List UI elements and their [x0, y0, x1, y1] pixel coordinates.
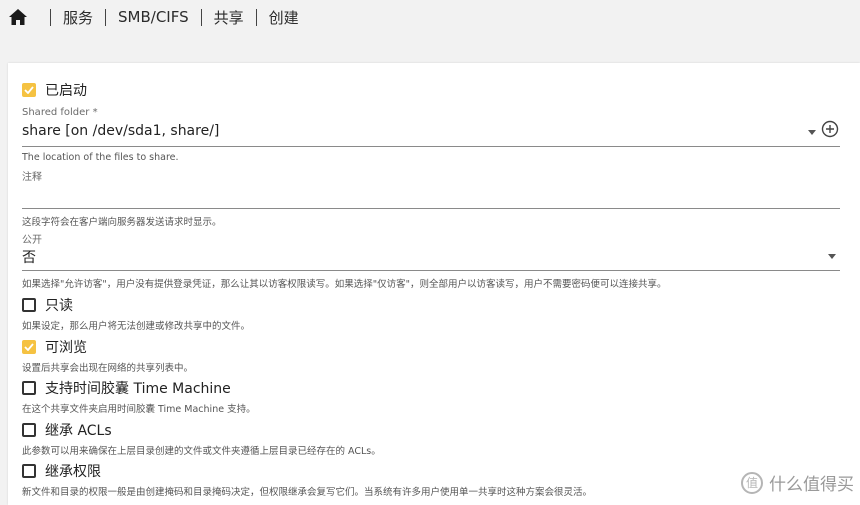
breadcrumb-shares[interactable]: 共享	[214, 7, 244, 28]
public-label: 公开	[22, 235, 42, 246]
public-underline	[22, 270, 840, 271]
inherit-acls-label: 继承 ACLs	[45, 423, 112, 439]
shared-folder-hint: The location of the files to share.	[22, 152, 179, 163]
chevron-down-icon[interactable]	[828, 254, 836, 259]
enabled-label: 已启动	[45, 83, 87, 99]
breadcrumb-separator	[255, 8, 257, 26]
read-only-hint: 如果设定，那么用户将无法创建或修改共享中的文件。	[22, 321, 251, 332]
shared-folder-label: Shared folder *	[22, 107, 98, 118]
enabled-checkbox[interactable]	[22, 83, 36, 97]
breadcrumb: 服务 SMB/CIFS 共享 创建	[8, 6, 299, 28]
watermark: 值 什么值得买	[741, 470, 854, 495]
browseable-checkbox[interactable]	[22, 340, 36, 354]
read-only-label: 只读	[45, 298, 73, 314]
breadcrumb-separator	[105, 8, 107, 26]
chevron-down-icon[interactable]	[808, 130, 816, 135]
inherit-acls-hint: 此参数可以用来确保在上层目录创建的文件或文件夹遵循上层目录已经存在的 ACLs。	[22, 446, 381, 457]
comment-hint: 这段字符会在客户端向服务器发送请求时显示。	[22, 217, 222, 228]
shared-folder-select[interactable]: share [on /dev/sda1, share/]	[22, 123, 219, 139]
inherit-permissions-checkbox[interactable]	[22, 464, 36, 478]
inherit-acls-checkbox[interactable]	[22, 423, 36, 437]
comment-label: 注释	[22, 172, 42, 183]
shared-folder-underline	[22, 146, 840, 147]
inherit-acls-checkbox-row[interactable]: 继承 ACLs	[22, 420, 112, 440]
breadcrumb-create: 创建	[268, 8, 299, 27]
comment-underline	[22, 208, 840, 209]
read-only-checkbox-row[interactable]: 只读	[22, 295, 73, 315]
public-hint: 如果选择"允许访客"，用户没有提供登录凭证，那么让其以访客权限读写。如果选择"仅…	[22, 279, 667, 290]
read-only-checkbox[interactable]	[22, 298, 36, 312]
time-machine-checkbox-row[interactable]: 支持时间胶囊 Time Machine	[22, 378, 231, 398]
browseable-label: 可浏览	[45, 340, 87, 356]
time-machine-hint: 在这个共享文件夹启用时间胶囊 Time Machine 支持。	[22, 404, 256, 415]
breadcrumb-separator	[200, 8, 202, 26]
breadcrumb-separator	[50, 8, 51, 26]
public-select[interactable]: 否	[22, 247, 36, 267]
add-circle-icon[interactable]	[821, 120, 839, 138]
time-machine-label: 支持时间胶囊 Time Machine	[45, 381, 231, 397]
watermark-text: 什么值得买	[769, 475, 854, 495]
browseable-checkbox-row[interactable]: 可浏览	[22, 337, 87, 357]
watermark-logo: 值	[741, 471, 763, 494]
breadcrumb-services[interactable]: 服务	[63, 7, 93, 28]
browseable-hint: 设置后共享会出现在网络的共享列表中。	[22, 363, 194, 374]
home-icon[interactable]	[8, 7, 28, 27]
inherit-permissions-label: 继承权限	[45, 464, 101, 480]
time-machine-checkbox[interactable]	[22, 381, 36, 395]
enabled-checkbox-row[interactable]: 已启动	[22, 80, 87, 100]
share-form-card: 已启动 Shared folder * share [on /dev/sda1,…	[8, 63, 860, 505]
breadcrumb-smb[interactable]: SMB/CIFS	[118, 8, 189, 26]
inherit-permissions-checkbox-row[interactable]: 继承权限	[22, 461, 101, 481]
inherit-permissions-hint: 新文件和目录的权限一般是由创建掩码和目录掩码决定，但权限继承会复写它们。当系统有…	[22, 487, 593, 498]
